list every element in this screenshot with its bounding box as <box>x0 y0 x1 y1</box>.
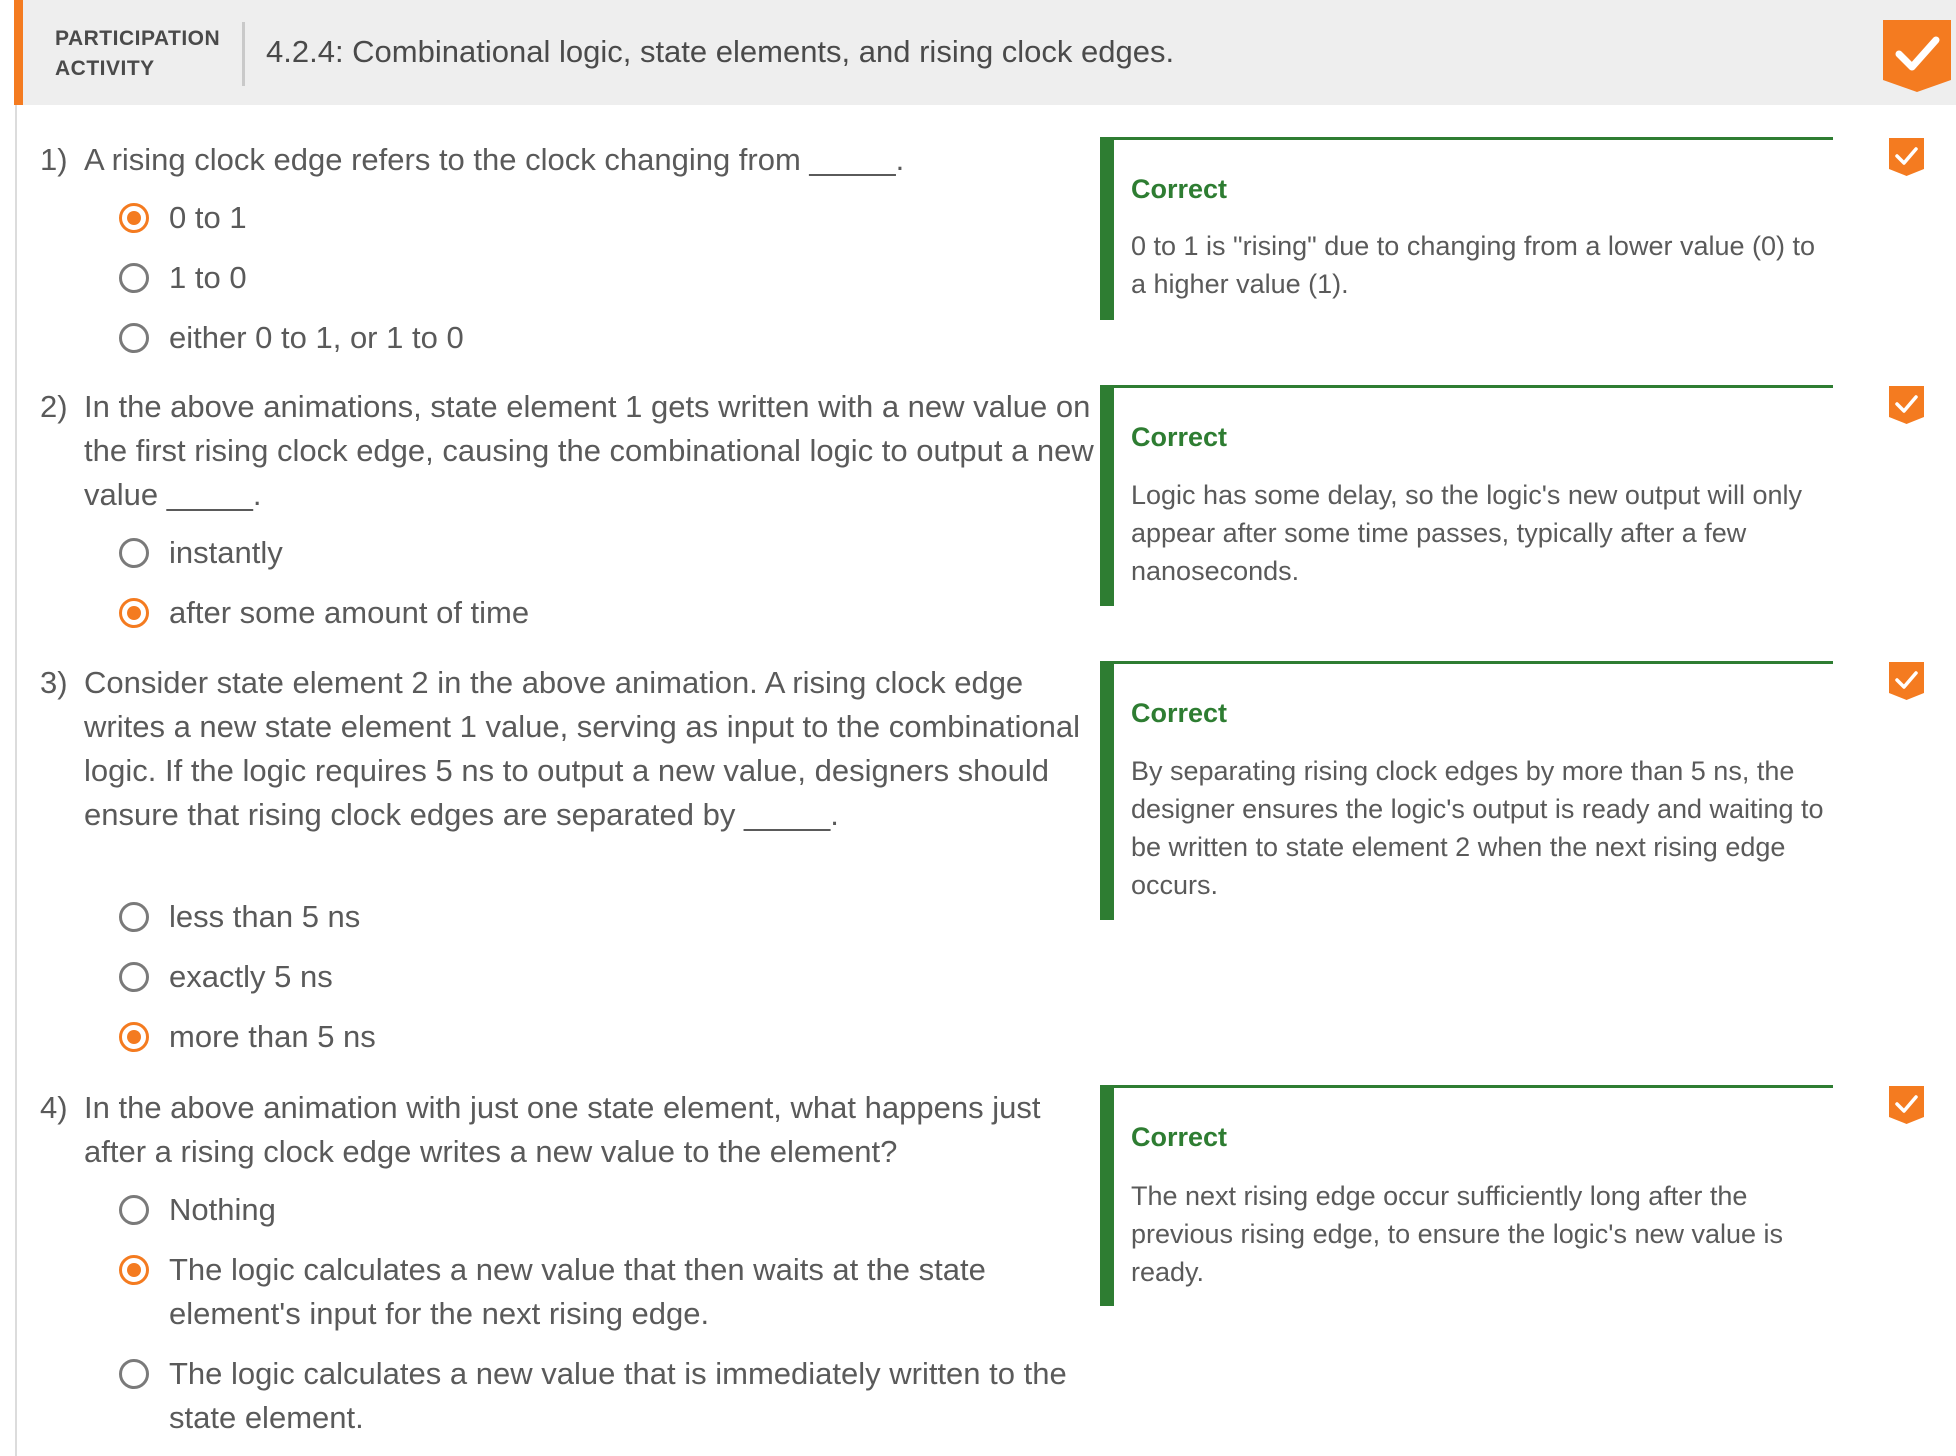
radio-unselected[interactable] <box>119 323 149 353</box>
radio-selected[interactable] <box>119 598 149 628</box>
question-2: 2) In the above animations, state elemen… <box>40 385 1094 645</box>
answer-option[interactable]: The logic calculates a new value that is… <box>119 1352 1099 1440</box>
completion-check-icon <box>1883 20 1951 92</box>
answer-label: either 0 to 1, or 1 to 0 <box>169 320 464 355</box>
feedback-box: Correct By separating rising clock edges… <box>1100 661 1833 920</box>
answer-option[interactable]: either 0 to 1, or 1 to 0 <box>119 316 1099 360</box>
answer-option[interactable]: exactly 5 ns <box>119 955 1099 999</box>
answer-option[interactable]: 1 to 0 <box>119 256 1099 300</box>
question-check-icon <box>1889 1086 1924 1124</box>
answer-option[interactable]: more than 5 ns <box>119 1015 1099 1059</box>
feedback-title: Correct <box>1131 698 1228 728</box>
feedback-box: Correct The next rising edge occur suffi… <box>1100 1085 1833 1306</box>
feedback-box: Correct Logic has some delay, so the log… <box>1100 385 1833 606</box>
radio-selected[interactable] <box>119 1255 149 1285</box>
radio-selected[interactable] <box>119 203 149 233</box>
question-number: 4) <box>40 1090 68 1125</box>
question-text: A rising clock edge refers to the clock … <box>84 142 905 177</box>
activity-left-border <box>15 105 17 1456</box>
activity-title: 4.2.4: Combinational logic, state elemen… <box>266 34 1175 69</box>
activity-type-label: PARTICIPATION ACTIVITY <box>55 24 220 84</box>
radio-selected[interactable] <box>119 1022 149 1052</box>
activity-header: PARTICIPATION ACTIVITY 4.2.4: Combinatio… <box>14 0 1956 105</box>
radio-unselected[interactable] <box>119 902 149 932</box>
feedback-text: By separating rising clock edges by more… <box>1131 756 1824 900</box>
answer-option[interactable]: instantly <box>119 531 1099 575</box>
question-check-icon <box>1889 138 1924 176</box>
feedback-title: Correct <box>1131 422 1228 452</box>
answer-label: Nothing <box>169 1192 276 1227</box>
question-1: 1) A rising clock edge refers to the clo… <box>40 138 1060 368</box>
feedback-box: Correct 0 to 1 is "rising" due to changi… <box>1100 137 1833 320</box>
question-check-icon <box>1889 662 1924 700</box>
question-number: 2) <box>40 389 68 424</box>
answer-label: 1 to 0 <box>169 260 247 295</box>
radio-unselected[interactable] <box>119 1359 149 1389</box>
question-text: In the above animations, state element 1… <box>84 389 1094 512</box>
radio-unselected[interactable] <box>119 1195 149 1225</box>
answer-label: less than 5 ns <box>169 899 361 934</box>
answer-label: The logic calculates a new value that th… <box>169 1252 986 1331</box>
radio-unselected[interactable] <box>119 962 149 992</box>
question-3: 3) Consider state element 2 in the above… <box>40 661 1080 1061</box>
activity-type-line1: PARTICIPATION <box>55 27 221 50</box>
answer-label: after some amount of time <box>169 595 530 630</box>
participation-activity: PARTICIPATION ACTIVITY 4.2.4: Combinatio… <box>0 0 1956 1456</box>
answer-option[interactable]: after some amount of time <box>119 591 1099 635</box>
feedback-title: Correct <box>1131 174 1228 204</box>
question-4: 4) In the above animation with just one … <box>40 1086 1067 1456</box>
feedback-text: Logic has some delay, so the logic's new… <box>1131 480 1803 586</box>
activity-type-line2: ACTIVITY <box>55 57 155 80</box>
feedback-text: 0 to 1 is "rising" due to changing from … <box>1131 231 1816 299</box>
answer-label: more than 5 ns <box>169 1019 376 1054</box>
radio-unselected[interactable] <box>119 263 149 293</box>
question-number: 1) <box>40 142 68 177</box>
answer-option[interactable]: The logic calculates a new value that th… <box>119 1248 1099 1336</box>
answer-option[interactable]: less than 5 ns <box>119 895 1099 939</box>
answer-label: The logic calculates a new value that is… <box>169 1356 1067 1435</box>
question-text: In the above animation with just one sta… <box>84 1090 1041 1169</box>
question-text: Consider state element 2 in the above an… <box>84 665 1080 832</box>
question-number: 3) <box>40 665 68 700</box>
answer-label: exactly 5 ns <box>169 959 333 994</box>
question-check-icon <box>1889 386 1924 424</box>
answer-option[interactable]: Nothing <box>119 1188 1099 1232</box>
answer-label: 0 to 1 <box>169 200 247 235</box>
header-divider <box>242 22 245 86</box>
answer-label: instantly <box>169 535 283 570</box>
answer-option[interactable]: 0 to 1 <box>119 196 1099 240</box>
radio-unselected[interactable] <box>119 538 149 568</box>
feedback-text: The next rising edge occur sufficiently … <box>1131 1181 1784 1287</box>
feedback-title: Correct <box>1131 1122 1228 1152</box>
